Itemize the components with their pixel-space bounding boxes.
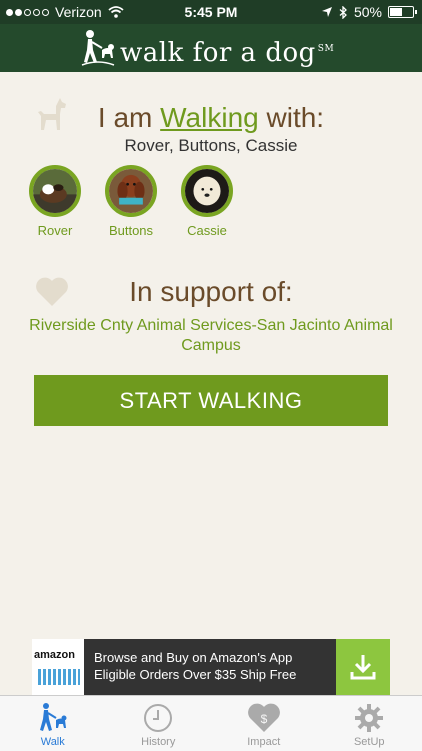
download-icon xyxy=(348,652,378,682)
battery-icon xyxy=(388,6,414,18)
tab-label: Impact xyxy=(247,736,280,748)
app-logo: walk for a dogSM xyxy=(80,28,334,68)
walker-dog-logo-icon xyxy=(80,28,116,68)
shopping-cart-icon xyxy=(38,669,80,685)
dog-item-cassie[interactable]: Cassie xyxy=(178,165,236,238)
amazon-logo: amazon xyxy=(32,639,84,695)
tab-impact[interactable]: $ Impact xyxy=(211,696,317,751)
status-bar: Verizon 5:45 PM 50% xyxy=(0,0,422,24)
bluetooth-icon xyxy=(339,6,348,19)
dog-avatar-buttons[interactable] xyxy=(105,165,157,217)
ad-line-1: Browse and Buy on Amazon's App xyxy=(94,649,296,666)
tab-label: Walk xyxy=(41,736,65,748)
amazon-ad-banner[interactable]: amazon Browse and Buy on Amazon's App El… xyxy=(32,639,390,695)
ad-line-2: Eligible Orders Over $35 Ship Free xyxy=(94,666,296,683)
download-button[interactable] xyxy=(336,639,390,695)
dog-list: Rover Buttons Cassie xyxy=(26,165,236,238)
clock-icon xyxy=(142,702,174,734)
location-arrow-icon xyxy=(321,6,333,18)
tab-walk[interactable]: Walk xyxy=(0,696,106,751)
tab-setup[interactable]: SetUp xyxy=(317,696,422,751)
walking-heading: I am Walking with: xyxy=(0,102,422,134)
gear-icon xyxy=(353,702,385,734)
dog-name-label: Buttons xyxy=(109,223,153,238)
dog-avatar-rover[interactable] xyxy=(29,165,81,217)
dog-name-label: Rover xyxy=(38,223,73,238)
dog-name-label: Cassie xyxy=(187,223,227,238)
status-right: 50% xyxy=(321,4,414,20)
dog-item-buttons[interactable]: Buttons xyxy=(102,165,160,238)
logo-wordmark: walk for a dogSM xyxy=(120,38,334,68)
svg-text:$: $ xyxy=(260,712,267,726)
heart-dollar-icon: $ xyxy=(247,702,281,734)
dogs-summary: Rover, Buttons, Cassie xyxy=(0,136,422,156)
tab-bar: Walk History $ Impact SetUp xyxy=(0,695,422,751)
tab-label: History xyxy=(141,736,175,748)
ad-copy: Browse and Buy on Amazon's App Eligible … xyxy=(94,649,296,683)
walking-mode-link[interactable]: Walking xyxy=(160,102,259,133)
tab-label: SetUp xyxy=(354,736,385,748)
battery-percent: 50% xyxy=(354,4,382,20)
support-heading: In support of: xyxy=(0,276,422,308)
tab-history[interactable]: History xyxy=(106,696,212,751)
dog-avatar-cassie[interactable] xyxy=(181,165,233,217)
dog-item-rover[interactable]: Rover xyxy=(26,165,84,238)
start-walking-button[interactable]: START WALKING xyxy=(34,375,388,426)
walk-icon xyxy=(36,702,70,734)
app-header: walk for a dogSM xyxy=(0,24,422,72)
charity-link[interactable]: Riverside Cnty Animal Services-San Jacin… xyxy=(28,316,394,356)
